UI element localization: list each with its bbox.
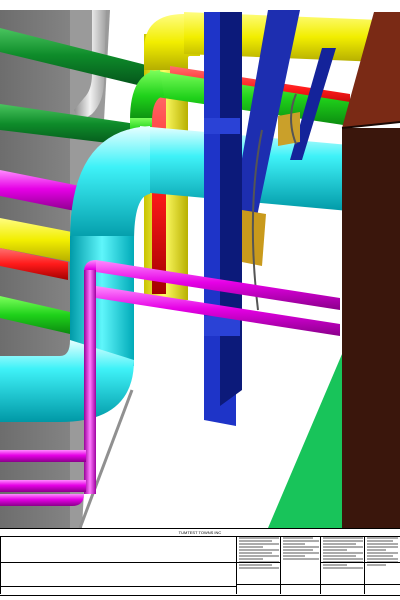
title-block-notes-cell <box>0 536 237 594</box>
piping-3d-view <box>0 10 400 528</box>
steel-beam-clip-top <box>204 118 240 134</box>
title-block-cell-1 <box>236 536 281 594</box>
support-block-upper <box>278 112 300 146</box>
equipment-block <box>342 128 400 528</box>
title-block: TUMTEST TOWNS INC <box>0 528 400 596</box>
title-block-cell-4 <box>364 536 400 594</box>
steel-beam-main-web <box>220 12 242 406</box>
title-block-cell-3 <box>320 536 365 594</box>
drawing-sheet: TUMTEST TOWNS INC <box>0 0 400 600</box>
title-block-cell-2 <box>280 536 321 594</box>
